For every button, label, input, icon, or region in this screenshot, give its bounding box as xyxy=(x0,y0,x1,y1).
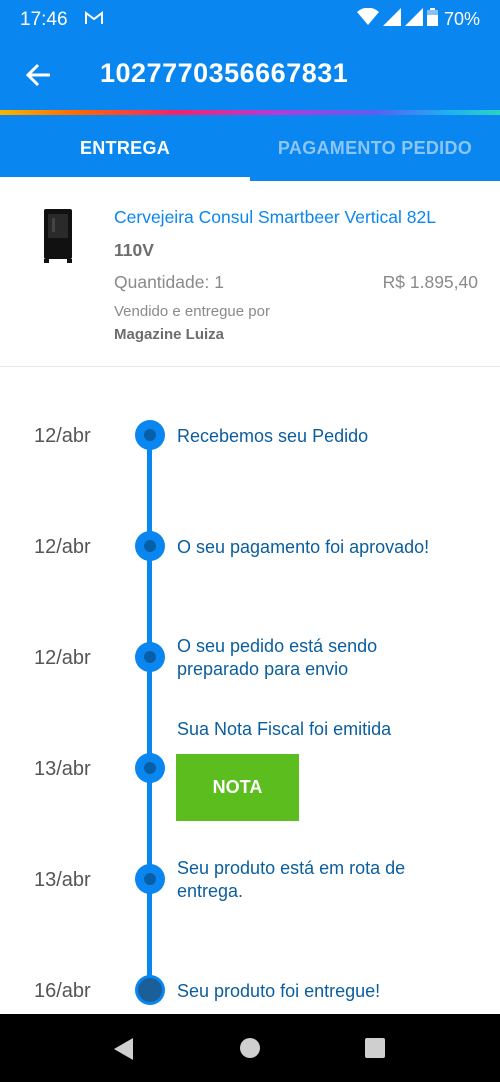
timeline-dot-icon xyxy=(135,753,165,783)
app-bar: 1027770356667831 xyxy=(0,38,500,112)
timeline-status: O seu pedido está sendo xyxy=(177,636,378,656)
timeline-date: 16/abr xyxy=(34,980,91,1002)
nav-back-icon[interactable] xyxy=(114,1038,134,1065)
timeline-status: O seu pagamento foi aprovado! xyxy=(177,537,430,557)
product-voltage: 110V xyxy=(114,240,154,260)
sold-by-label: Vendido e entregue por xyxy=(114,303,270,320)
timeline-date: 12/abr xyxy=(34,647,91,669)
timeline-status: Sua Nota Fiscal foi emitida xyxy=(177,719,392,739)
order-number-title: 1027770356667831 xyxy=(100,58,349,88)
back-arrow-icon[interactable] xyxy=(24,60,54,90)
nota-fiscal-button[interactable]: NOTA xyxy=(176,754,299,821)
wifi-icon xyxy=(356,7,379,31)
timeline-date: 12/abr xyxy=(34,536,91,558)
timeline-status: Recebemos seu Pedido xyxy=(177,426,369,446)
timeline-date: 13/abr xyxy=(34,869,91,891)
timeline-dot-icon xyxy=(135,864,165,894)
timeline-date: 12/abr xyxy=(34,425,91,447)
product-quantity: Quantidade: 1 xyxy=(114,272,224,292)
delivery-timeline: 12/abr Recebemos seu Pedido 12/abr O seu… xyxy=(0,368,500,1014)
tab-entrega[interactable]: ENTREGA xyxy=(0,115,250,181)
battery-percent: 70% xyxy=(443,9,480,29)
timeline-dot-icon xyxy=(135,642,165,672)
status-time: 17:46 xyxy=(20,9,68,30)
product-image xyxy=(40,209,76,265)
timeline-status: Seu produto está em rota de xyxy=(177,858,406,878)
signal-icon xyxy=(404,8,423,31)
battery-icon xyxy=(426,8,438,31)
status-icons: 70% xyxy=(356,7,480,31)
seller-name: Magazine Luiza xyxy=(114,326,225,343)
timeline-dot-icon xyxy=(135,531,165,561)
status-bar: 17:46 70% xyxy=(0,0,500,38)
system-nav-bar xyxy=(0,1014,500,1082)
timeline-dot-final-icon xyxy=(135,975,165,1005)
tab-pagamento-pedido[interactable]: PAGAMENTO PEDIDO xyxy=(250,115,500,181)
timeline-date: 13/abr xyxy=(34,758,91,780)
gmail-icon xyxy=(84,10,104,31)
signal-icon xyxy=(382,8,401,31)
timeline-dot-icon xyxy=(135,420,165,450)
timeline-line xyxy=(147,434,152,990)
timeline-status-line2: preparado para envio xyxy=(177,659,349,679)
timeline-status-line2: entrega. xyxy=(177,881,244,901)
nav-home-icon[interactable] xyxy=(240,1038,260,1058)
timeline-status: Seu produto foi entregue! xyxy=(177,981,381,1001)
product-name[interactable]: Cervejeira Consul Smartbeer Vertical 82L xyxy=(114,207,436,228)
product-price: R$ 1.895,40 xyxy=(382,272,478,292)
tab-bar: ENTREGA PAGAMENTO PEDIDO xyxy=(0,115,500,181)
nav-recents-icon[interactable] xyxy=(365,1038,385,1058)
product-card[interactable]: Cervejeira Consul Smartbeer Vertical 82L… xyxy=(0,181,500,367)
